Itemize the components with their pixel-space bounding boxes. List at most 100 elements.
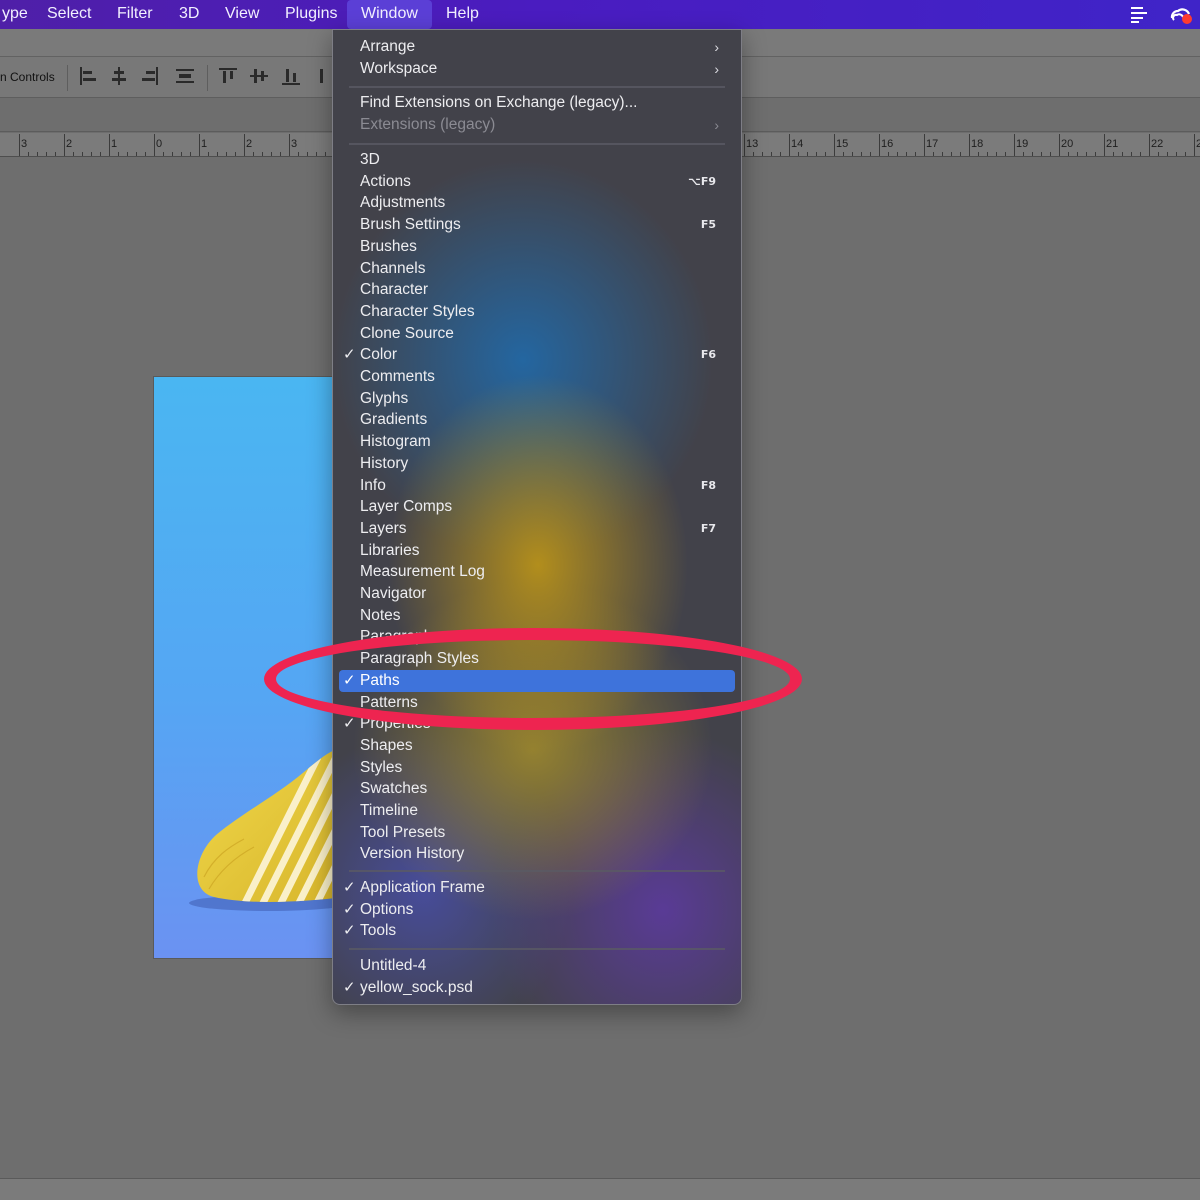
menu-item-shapes[interactable]: Shapes xyxy=(339,735,735,757)
checkmark-icon: ✓ xyxy=(343,671,356,689)
menu-item-styles[interactable]: Styles xyxy=(339,757,735,779)
align-bottom-icon[interactable] xyxy=(282,67,300,85)
menu-item-label: Character xyxy=(360,281,429,299)
menu-item-clone-source[interactable]: Clone Source xyxy=(339,323,735,345)
menu-item-label: Options xyxy=(360,900,414,918)
menu-item-timeline[interactable]: Timeline xyxy=(339,800,735,822)
ruler-major-tick xyxy=(924,134,925,156)
menu-item-channels[interactable]: Channels xyxy=(339,258,735,280)
menu-item-layers[interactable]: Layers F7 xyxy=(339,518,735,540)
menu-select[interactable]: Select xyxy=(45,0,93,29)
menu-item-libraries[interactable]: Libraries xyxy=(339,540,735,562)
menu-item-3d[interactable]: 3D xyxy=(339,149,735,171)
ruler-minor-tick xyxy=(852,152,853,156)
distribute-horizontal-icon[interactable] xyxy=(176,67,194,85)
ruler-minor-tick xyxy=(987,152,988,156)
menu-item-patterns[interactable]: Patterns xyxy=(339,692,735,714)
ruler-label: 13 xyxy=(746,138,759,150)
menu-item-arrange[interactable]: Arrange › xyxy=(339,36,735,58)
menu-item-paragraph[interactable]: Paragraph xyxy=(339,626,735,648)
menu-item-label: Info xyxy=(360,476,386,494)
align-vertical-center-icon[interactable] xyxy=(250,67,268,85)
ruler-minor-tick xyxy=(762,152,763,156)
menu-item-brush-settings[interactable]: Brush Settings F5 xyxy=(339,214,735,236)
menu-help[interactable]: Help xyxy=(444,0,481,29)
menu-item-label: Properties xyxy=(360,715,431,733)
transform-controls-label[interactable]: n Controls xyxy=(0,70,55,84)
ruler-minor-tick xyxy=(1140,152,1141,156)
menu-item-info[interactable]: Info F8 xyxy=(339,475,735,497)
ruler-minor-tick xyxy=(262,152,263,156)
ruler-major-tick xyxy=(154,134,155,156)
menu-item-gradients[interactable]: Gradients xyxy=(339,409,735,431)
menu-view[interactable]: View xyxy=(223,0,261,29)
menu-type[interactable]: ype xyxy=(0,0,30,29)
align-left-icon[interactable] xyxy=(79,67,97,85)
ruler-label: 17 xyxy=(926,138,939,150)
align-top-icon[interactable] xyxy=(219,67,237,85)
creative-cloud-icon[interactable] xyxy=(1168,5,1194,24)
menu-item-label: 3D xyxy=(360,151,380,168)
menu-item-comments[interactable]: Comments xyxy=(339,366,735,388)
menu-item-history[interactable]: History xyxy=(339,453,735,475)
ruler-major-tick xyxy=(1104,134,1105,156)
menu-item-swatches[interactable]: Swatches xyxy=(339,778,735,800)
menu-item-glyphs[interactable]: Glyphs xyxy=(339,388,735,410)
menu-item-version-history[interactable]: Version History xyxy=(339,843,735,865)
toolbar-divider xyxy=(207,65,208,91)
ruler-major-tick xyxy=(64,134,65,156)
ruler-label: 2 xyxy=(246,138,253,150)
align-horizontal-center-icon[interactable] xyxy=(110,67,128,85)
menu-item-adjustments[interactable]: Adjustments xyxy=(339,192,735,214)
menu-3d[interactable]: 3D xyxy=(177,0,201,29)
menu-item-workspace[interactable]: Workspace › xyxy=(339,58,735,80)
checkmark-icon: ✓ xyxy=(343,978,356,996)
menu-item-brushes[interactable]: Brushes xyxy=(339,236,735,258)
ruler-minor-tick xyxy=(127,152,128,156)
menu-item-layer-comps[interactable]: Layer Comps xyxy=(339,496,735,518)
menu-item-label: Navigator xyxy=(360,585,427,602)
menu-item-untitled-4[interactable]: Untitled-4 xyxy=(339,955,735,977)
menu-item-extensions-legacy: Extensions (legacy) › xyxy=(339,114,735,136)
menu-item-color[interactable]: ✓ Color F6 xyxy=(339,344,735,366)
ruler-minor-tick xyxy=(816,152,817,156)
menu-item-label: Shapes xyxy=(360,736,413,754)
menu-item-label: Character Styles xyxy=(360,302,475,320)
menu-item-label: Notes xyxy=(360,606,401,624)
menu-item-tool-presets[interactable]: Tool Presets xyxy=(339,822,735,844)
menu-item-character[interactable]: Character xyxy=(339,279,735,301)
menu-filter[interactable]: Filter xyxy=(115,0,155,29)
status-bar xyxy=(0,1178,1200,1200)
chevron-right-icon: › xyxy=(714,60,719,77)
menu-item-yellow-sock-psd[interactable]: ✓ yellow_sock.psd xyxy=(339,977,735,999)
menu-item-paragraph-styles[interactable]: Paragraph Styles xyxy=(339,648,735,670)
menu-item-tools[interactable]: ✓ Tools xyxy=(339,920,735,942)
menu-item-options[interactable]: ✓ Options xyxy=(339,899,735,921)
align-right-icon[interactable] xyxy=(141,67,159,85)
distribute-vertical-icon[interactable] xyxy=(318,67,328,85)
ruler-minor-tick xyxy=(1158,152,1159,156)
ruler-minor-tick xyxy=(1176,152,1177,156)
ruler-major-tick xyxy=(199,134,200,156)
document-canvas[interactable] xyxy=(154,377,344,958)
menu-item-notes[interactable]: Notes xyxy=(339,605,735,627)
menu-item-measurement-log[interactable]: Measurement Log xyxy=(339,561,735,583)
ruler-minor-tick xyxy=(1185,152,1186,156)
list-icon[interactable] xyxy=(1130,5,1150,24)
menu-item-actions[interactable]: Actions ⌥F9 xyxy=(339,171,735,193)
menu-item-navigator[interactable]: Navigator xyxy=(339,583,735,605)
menu-plugins[interactable]: Plugins xyxy=(283,0,339,29)
menu-item-find-extensions-on-exchange-legacy[interactable]: Find Extensions on Exchange (legacy)... xyxy=(339,92,735,114)
keyboard-shortcut: F8 xyxy=(700,478,716,492)
menu-item-paths[interactable]: ✓ Paths xyxy=(339,669,735,692)
menu-item-histogram[interactable]: Histogram xyxy=(339,431,735,453)
ruler-minor-tick xyxy=(1050,152,1051,156)
ruler-label: 16 xyxy=(881,138,894,150)
menu-item-label: Color xyxy=(360,346,398,364)
menu-item-properties[interactable]: ✓ Properties xyxy=(339,713,735,735)
menu-separator xyxy=(349,86,725,88)
checkmark-icon: ✓ xyxy=(343,879,356,896)
menu-item-character-styles[interactable]: Character Styles xyxy=(339,301,735,323)
menu-window[interactable]: Window xyxy=(347,0,432,29)
menu-item-application-frame[interactable]: ✓ Application Frame xyxy=(339,877,735,899)
